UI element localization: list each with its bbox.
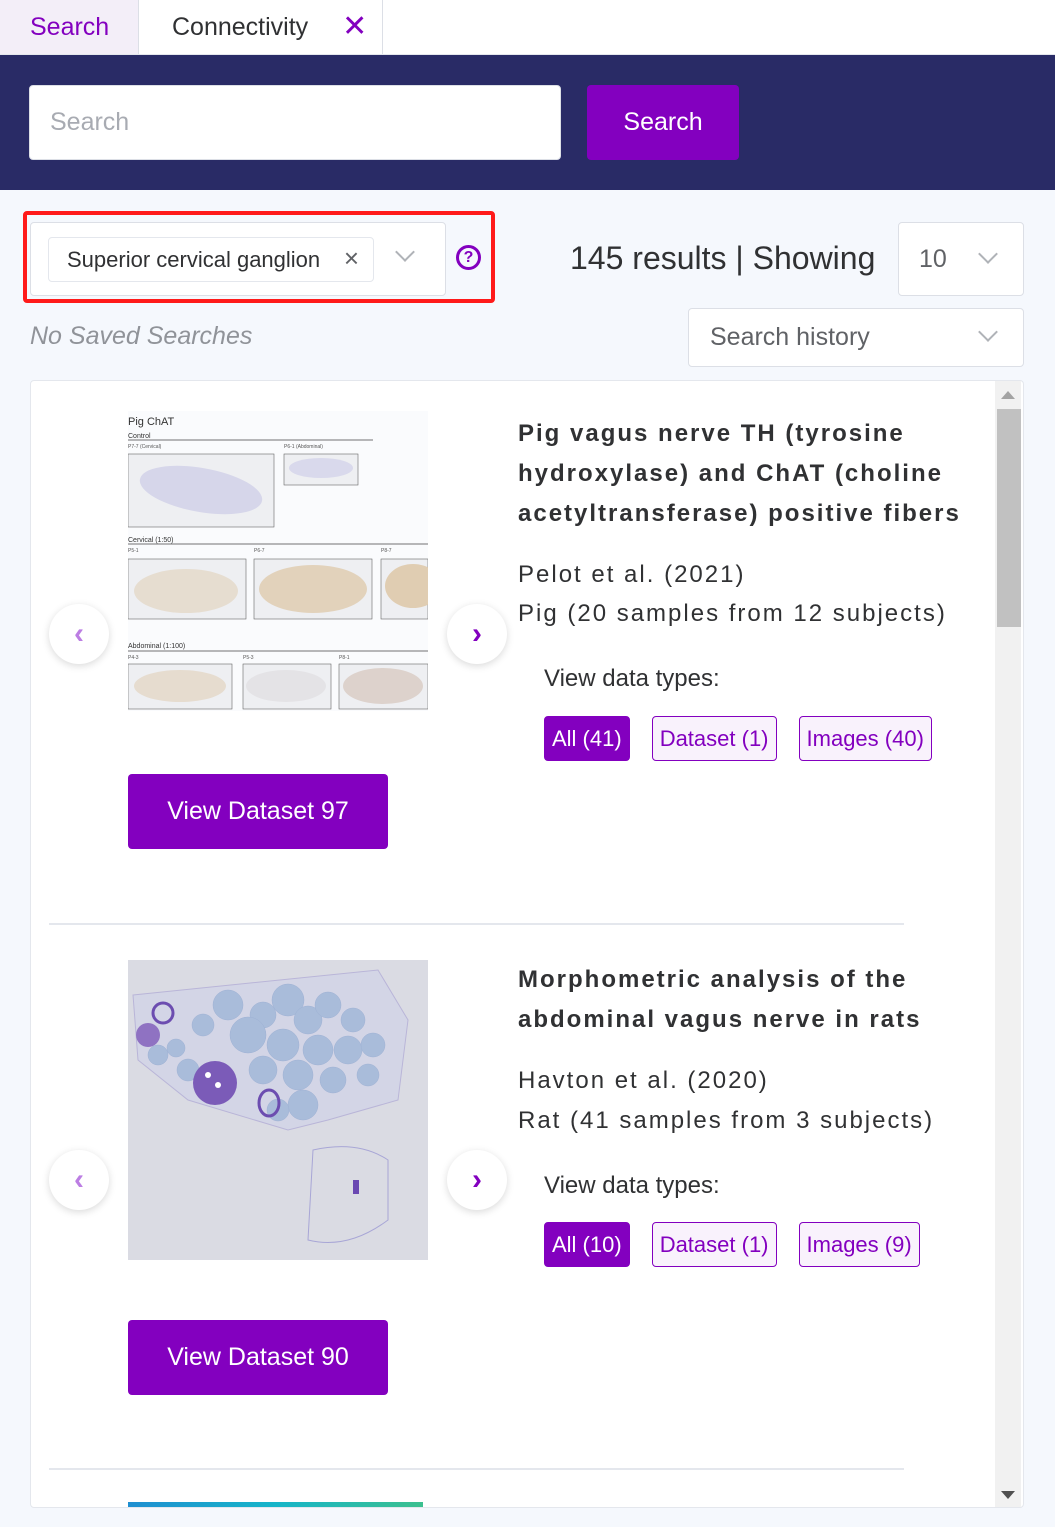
search-history-placeholder: Search history <box>710 323 870 351</box>
data-type-tags: All (41) Dataset (1) Images (40) <box>544 716 932 761</box>
result-authors: Havton et al. (2020) <box>518 1067 769 1094</box>
data-type-tag-images[interactable]: Images (9) <box>798 1222 920 1267</box>
svg-text:P8-1: P8-1 <box>339 655 350 661</box>
result-species-samples: Pig (20 samples from 12 subjects) <box>518 600 947 627</box>
svg-text:P5-3: P5-3 <box>243 655 254 661</box>
svg-text:P7-7 (Cervical): P7-7 (Cervical) <box>128 444 162 450</box>
result-thumbnail-partial[interactable] <box>128 1502 423 1507</box>
no-saved-searches: No Saved Searches <box>30 322 253 350</box>
thumbnail-figure <box>128 960 428 1260</box>
results-scrollbar[interactable] <box>995 381 1021 1507</box>
search-input[interactable] <box>29 85 561 160</box>
tab-search[interactable]: Search <box>0 0 139 54</box>
result-species-samples: Rat (41 samples from 3 subjects) <box>518 1107 935 1134</box>
tab-search-label: Search <box>30 12 110 41</box>
chevron-down-icon[interactable] <box>395 242 415 262</box>
search-header: Search <box>0 55 1055 190</box>
result-title[interactable]: Morphometric analysis of the abdominal v… <box>518 960 978 1040</box>
tab-connectivity-label: Connectivity <box>172 12 309 41</box>
chevron-down-icon <box>978 244 998 264</box>
data-type-tag-dataset[interactable]: Dataset (1) <box>651 1222 777 1267</box>
svg-text:P6-1 (Abdominal): P6-1 (Abdominal) <box>284 444 323 450</box>
view-data-types-label: View data types: <box>544 665 720 692</box>
result-authors: Pelot et al. (2021) <box>518 561 746 588</box>
svg-text:P4-3: P4-3 <box>128 655 139 661</box>
scroll-thumb[interactable] <box>997 409 1021 627</box>
per-page-value: 10 <box>919 245 947 273</box>
result-divider <box>49 1468 904 1470</box>
carousel-prev-button[interactable]: ‹ <box>49 604 109 664</box>
chevron-right-icon: › <box>472 617 482 650</box>
per-page-select[interactable]: 10 <box>898 222 1024 296</box>
help-icon[interactable]: ? <box>456 245 481 270</box>
result-title[interactable]: Pig vagus nerve TH (tyrosine hydroxylase… <box>518 414 978 534</box>
filter-tag: Superior cervical ganglion × <box>48 237 374 282</box>
results-list: Pig ChAT Control P7-7 (Cervical) P6-1 (A… <box>30 380 1024 1508</box>
view-dataset-button[interactable]: View Dataset 97 <box>128 774 388 849</box>
carousel-next-button[interactable]: › <box>447 1150 507 1210</box>
data-type-tags: All (10) Dataset (1) Images (9) <box>544 1222 920 1267</box>
svg-text:P5-1: P5-1 <box>128 548 139 554</box>
svg-text:P6-7: P6-7 <box>254 548 265 554</box>
search-button[interactable]: Search <box>587 85 739 160</box>
data-type-tag-images[interactable]: Images (40) <box>798 716 932 761</box>
view-data-types-label: View data types: <box>544 1172 720 1199</box>
tag-close-icon[interactable]: × <box>344 245 359 271</box>
carousel-next-button[interactable]: › <box>447 604 507 664</box>
chevron-left-icon: ‹ <box>74 1163 84 1196</box>
scroll-up-arrow-icon[interactable] <box>1001 391 1015 399</box>
chevron-right-icon: › <box>472 1163 482 1196</box>
scroll-down-arrow-icon[interactable] <box>1001 1491 1015 1499</box>
results-count: 145 results | Showing <box>570 240 876 276</box>
thumb-section-label: Control <box>128 433 151 440</box>
data-type-tag-dataset[interactable]: Dataset (1) <box>651 716 777 761</box>
svg-text:Abdominal (1:100): Abdominal (1:100) <box>128 643 185 650</box>
svg-text:P8-7: P8-7 <box>381 548 392 554</box>
result-thumbnail[interactable] <box>128 960 428 1260</box>
chevron-down-icon <box>978 322 998 342</box>
svg-text:Cervical (1:50): Cervical (1:50) <box>128 537 174 544</box>
tab-connectivity[interactable]: Connectivity ✕ <box>139 0 383 54</box>
search-history-select[interactable]: Search history <box>688 308 1024 367</box>
chevron-left-icon: ‹ <box>74 617 84 650</box>
tab-bar: Search Connectivity ✕ <box>0 0 1055 55</box>
filter-select[interactable]: Superior cervical ganglion × <box>30 222 446 296</box>
thumb-heading: Pig ChAT <box>128 416 175 428</box>
carousel-prev-button[interactable]: ‹ <box>49 1150 109 1210</box>
data-type-tag-all[interactable]: All (10) <box>544 1222 630 1267</box>
result-thumbnail[interactable]: Pig ChAT Control P7-7 (Cervical) P6-1 (A… <box>128 411 428 711</box>
thumbnail-figure: Pig ChAT Control P7-7 (Cervical) P6-1 (A… <box>128 411 428 711</box>
view-dataset-button[interactable]: View Dataset 90 <box>128 1320 388 1395</box>
data-type-tag-all[interactable]: All (41) <box>544 716 630 761</box>
close-icon[interactable]: ✕ <box>342 12 367 42</box>
filter-tag-label: Superior cervical ganglion <box>67 246 321 272</box>
result-divider <box>49 923 904 925</box>
